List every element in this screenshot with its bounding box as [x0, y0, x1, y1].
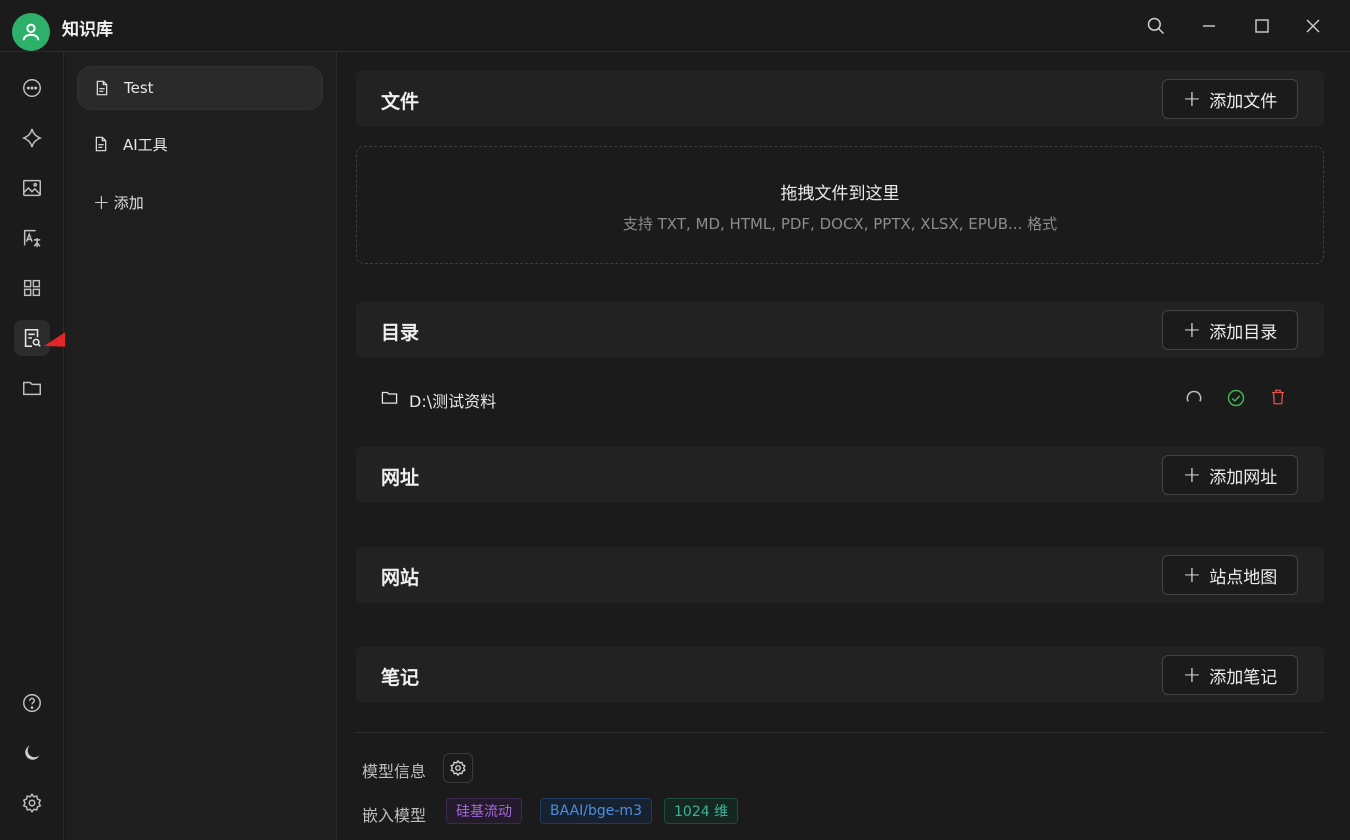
- moon-icon[interactable]: [14, 735, 50, 771]
- plus-icon: +: [1182, 317, 1202, 343]
- button-label: 添加目录: [1209, 322, 1278, 343]
- plus-icon: +: [93, 190, 110, 214]
- button-label: 添加文件: [1209, 91, 1278, 112]
- embedding-model-label: 嵌入模型: [362, 806, 427, 825]
- add-note-button[interactable]: + 添加笔记: [1162, 655, 1298, 695]
- model-settings-button[interactable]: [443, 753, 473, 783]
- button-label: 添加笔记: [1209, 667, 1278, 688]
- provider-tag: 硅基流动: [446, 798, 522, 824]
- minimize-button[interactable]: [1192, 10, 1226, 42]
- sitemap-button[interactable]: + 站点地图: [1162, 555, 1298, 595]
- kb-item-label: Test: [124, 79, 154, 97]
- url-section-header: 网址 + 添加网址: [356, 447, 1324, 503]
- delete-icon[interactable]: [1269, 388, 1289, 408]
- divider: [356, 732, 1324, 733]
- help-icon[interactable]: [14, 685, 50, 721]
- refresh-icon[interactable]: [1184, 388, 1204, 408]
- document-icon: [96, 80, 108, 96]
- translate-icon[interactable]: [14, 220, 50, 256]
- plus-icon: +: [1182, 562, 1202, 588]
- app-title: 知识库: [62, 20, 113, 40]
- dropzone-title: 拖拽文件到这里: [780, 184, 900, 204]
- title-bar: 知识库: [0, 0, 1350, 52]
- close-button[interactable]: [1296, 10, 1330, 42]
- document-icon: [95, 136, 107, 152]
- section-title: 网站: [381, 567, 420, 589]
- kb-item-test[interactable]: Test: [77, 66, 323, 110]
- website-section-header: 网站 + 站点地图: [356, 547, 1324, 603]
- directory-path: D:\测试资料: [409, 392, 497, 411]
- nav-rail: [0, 52, 64, 840]
- gear-icon: [450, 759, 466, 777]
- add-kb-label: 添加: [113, 193, 144, 212]
- plus-icon: +: [1182, 86, 1202, 112]
- main-content: 文件 + 添加文件 拖拽文件到这里 支持 TXT, MD, HTML, PDF,…: [338, 52, 1350, 840]
- directory-section-header: 目录 + 添加目录: [356, 302, 1324, 358]
- kb-item-ai-tools[interactable]: AI工具: [77, 122, 323, 166]
- search-icon[interactable]: [1139, 10, 1173, 42]
- button-label: 站点地图: [1209, 567, 1278, 588]
- add-file-button[interactable]: + 添加文件: [1162, 79, 1298, 119]
- files-section-header: 文件 + 添加文件: [356, 71, 1324, 127]
- section-title: 目录: [381, 322, 420, 344]
- add-url-button[interactable]: + 添加网址: [1162, 455, 1298, 495]
- user-avatar[interactable]: [12, 13, 50, 51]
- section-title: 文件: [381, 91, 420, 113]
- dropzone-subtitle: 支持 TXT, MD, HTML, PDF, DOCX, PPTX, XLSX,…: [622, 215, 1058, 233]
- add-directory-button[interactable]: + 添加目录: [1162, 310, 1298, 350]
- dimension-tag: 1024 维: [664, 798, 739, 824]
- maximize-button[interactable]: [1245, 10, 1279, 42]
- button-label: 添加网址: [1209, 467, 1278, 488]
- image-icon[interactable]: [14, 170, 50, 206]
- directory-item: D:\测试资料: [356, 376, 1324, 420]
- sparkle-icon[interactable]: [14, 120, 50, 156]
- model-name-tag: BAAI/bge-m3: [540, 798, 652, 824]
- chat-icon[interactable]: [14, 70, 50, 106]
- kb-item-label: AI工具: [123, 135, 168, 154]
- section-title: 笔记: [381, 667, 420, 689]
- file-dropzone[interactable]: 拖拽文件到这里 支持 TXT, MD, HTML, PDF, DOCX, PPT…: [356, 146, 1324, 264]
- folder-icon: [381, 391, 398, 404]
- model-info-label: 模型信息: [362, 762, 427, 781]
- plus-icon: +: [1182, 462, 1202, 488]
- processed-check-icon: [1226, 388, 1246, 408]
- section-title: 网址: [381, 467, 420, 489]
- notes-section-header: 笔记 + 添加笔记: [356, 647, 1324, 703]
- add-knowledge-base-button[interactable]: + 添加: [93, 190, 144, 214]
- settings-icon[interactable]: [14, 785, 50, 821]
- knowledge-base-list: Test AI工具 + 添加: [65, 52, 337, 840]
- folder-icon[interactable]: [14, 370, 50, 406]
- plus-icon: +: [1182, 662, 1202, 688]
